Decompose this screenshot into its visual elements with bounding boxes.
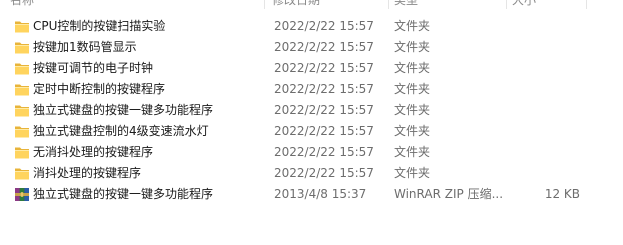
file-date: 2022/2/22 15:57 <box>274 61 374 75</box>
file-size <box>510 163 580 184</box>
folder-icon <box>14 124 30 139</box>
file-name: 按键加1数码管显示 <box>33 40 137 54</box>
column-header-name[interactable]: 名称 <box>10 0 34 9</box>
column-header-date[interactable]: 修改日期 <box>272 0 320 9</box>
column-header: 名称 修改日期 类型 大小 <box>0 0 623 9</box>
file-date: 2022/2/22 15:57 <box>274 145 374 159</box>
file-row[interactable]: 独立式键盘的按键一键多功能程序 2013/4/8 15:37 WinRAR ZI… <box>0 184 623 205</box>
file-type: 文件夹 <box>394 19 431 33</box>
file-row[interactable]: 按键加1数码管显示 2022/2/22 15:57 文件夹 <box>0 37 623 58</box>
file-size <box>510 79 580 100</box>
file-type: 文件夹 <box>394 103 431 117</box>
file-row[interactable]: 无消抖处理的按键程序 2022/2/22 15:57 文件夹 <box>0 142 623 163</box>
file-type: 文件夹 <box>394 166 431 180</box>
folder-icon <box>14 61 30 76</box>
folder-icon <box>14 103 30 118</box>
file-date: 2022/2/22 15:57 <box>274 103 374 117</box>
file-type: WinRAR ZIP 压缩... <box>394 187 504 201</box>
column-divider[interactable] <box>586 0 587 9</box>
file-size <box>510 121 580 142</box>
column-header-type[interactable]: 类型 <box>394 0 418 9</box>
file-date: 2022/2/22 15:57 <box>274 166 374 180</box>
file-name: 无消抖处理的按键程序 <box>33 145 154 159</box>
folder-icon <box>14 19 30 34</box>
column-divider[interactable] <box>264 0 265 9</box>
file-name: 按键可调节的电子时钟 <box>33 61 154 75</box>
column-divider[interactable] <box>388 0 389 9</box>
file-size <box>510 58 580 79</box>
file-type: 文件夹 <box>394 82 431 96</box>
column-divider[interactable] <box>506 0 507 9</box>
file-row[interactable]: 独立式键盘的按键一键多功能程序 2022/2/22 15:57 文件夹 <box>0 100 623 121</box>
winrar-archive-icon <box>14 187 30 202</box>
file-row[interactable]: CPU控制的按键扫描实验 2022/2/22 15:57 文件夹 <box>0 16 623 37</box>
folder-icon <box>14 82 30 97</box>
file-name: 消抖处理的按键程序 <box>33 166 142 180</box>
column-header-size[interactable]: 大小 <box>512 0 536 9</box>
folder-icon <box>14 145 30 160</box>
file-name: CPU控制的按键扫描实验 <box>33 19 166 33</box>
file-row[interactable]: 消抖处理的按键程序 2022/2/22 15:57 文件夹 <box>0 163 623 184</box>
file-name: 独立式键盘的按键一键多功能程序 <box>33 187 214 201</box>
file-row[interactable]: 定时中断控制的按键程序 2022/2/22 15:57 文件夹 <box>0 79 623 100</box>
file-type: 文件夹 <box>394 124 431 138</box>
file-size <box>510 37 580 58</box>
folder-icon <box>14 40 30 55</box>
file-name: 独立式键盘控制的4级变速流水灯 <box>33 124 209 138</box>
file-size <box>510 100 580 121</box>
file-type: 文件夹 <box>394 145 431 159</box>
file-row[interactable]: 按键可调节的电子时钟 2022/2/22 15:57 文件夹 <box>0 58 623 79</box>
file-size <box>510 142 580 163</box>
file-type: 文件夹 <box>394 40 431 54</box>
file-name: 独立式键盘的按键一键多功能程序 <box>33 103 214 117</box>
file-list: CPU控制的按键扫描实验 2022/2/22 15:57 文件夹 按键加1数码管… <box>0 16 623 205</box>
file-size: 12 KB <box>544 187 580 201</box>
file-row[interactable]: 独立式键盘控制的4级变速流水灯 2022/2/22 15:57 文件夹 <box>0 121 623 142</box>
file-size <box>510 16 580 37</box>
file-date: 2022/2/22 15:57 <box>274 40 374 54</box>
file-date: 2013/4/8 15:37 <box>274 187 367 201</box>
file-date: 2022/2/22 15:57 <box>274 124 374 138</box>
file-name: 定时中断控制的按键程序 <box>33 82 166 96</box>
file-date: 2022/2/22 15:57 <box>274 82 374 96</box>
folder-icon <box>14 166 30 181</box>
file-type: 文件夹 <box>394 61 431 75</box>
file-date: 2022/2/22 15:57 <box>274 19 374 33</box>
